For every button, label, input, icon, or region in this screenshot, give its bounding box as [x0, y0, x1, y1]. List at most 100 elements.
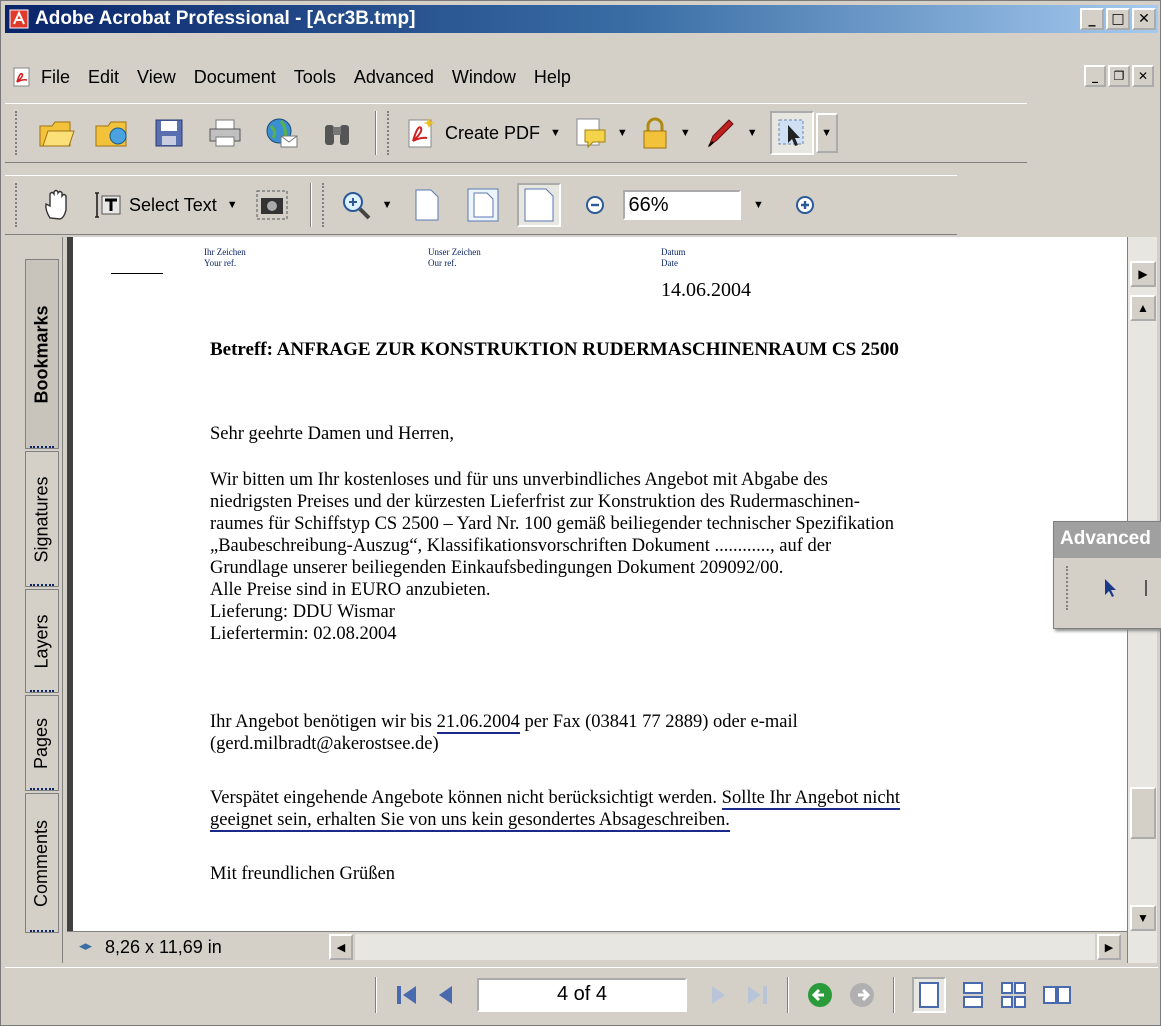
- menu-view[interactable]: View: [137, 67, 176, 88]
- menu-window[interactable]: Window: [452, 67, 516, 88]
- zoom-in-button[interactable]: [783, 183, 827, 227]
- close-button[interactable]: ✕: [1132, 8, 1156, 30]
- secure-button[interactable]: ▼: [640, 111, 691, 155]
- menu-help[interactable]: Help: [534, 67, 571, 88]
- document-view[interactable]: Ihr Zeichen Your ref. Unser Zeichen Our …: [67, 237, 1127, 931]
- offer-email: (gerd.milbradt@akerostsee.de): [210, 734, 439, 754]
- zoom-input[interactable]: 66%: [622, 190, 741, 220]
- review-comment-button[interactable]: ▼: [573, 111, 628, 155]
- fit-page-button[interactable]: [461, 183, 505, 227]
- chevron-down-icon[interactable]: ▼: [617, 127, 628, 139]
- facing-pages-icon: [1043, 985, 1071, 1004]
- chevron-down-icon[interactable]: ▼: [747, 127, 758, 139]
- menu-tools[interactable]: Tools: [294, 67, 336, 88]
- horizontal-scroll-track[interactable]: [355, 934, 1095, 960]
- toolbar-grip[interactable]: [387, 111, 393, 155]
- offer-suffix: per Fax (03841 77 2889) oder e-mail: [519, 712, 798, 732]
- minimize-button[interactable]: _: [1080, 8, 1104, 30]
- your-ref-label: Your ref.: [204, 258, 237, 268]
- email-button[interactable]: [259, 111, 303, 155]
- late-paragraph: Verspätet eingehende Angebote können nic…: [210, 787, 900, 832]
- actual-size-page-icon: [415, 189, 438, 221]
- fit-width-icon: [524, 188, 553, 222]
- tab-pages[interactable]: Pages: [25, 695, 59, 791]
- toolbar-grip[interactable]: [1066, 566, 1072, 610]
- floating-toolbar-title[interactable]: Advanced: [1054, 522, 1161, 558]
- organizer-button[interactable]: [91, 111, 135, 155]
- toolbar-grip[interactable]: [321, 183, 328, 227]
- chevron-down-icon[interactable]: ▼: [550, 127, 561, 139]
- file-toolbar: Create PDF ▼ ▼ ▼ ▼ ▼: [5, 103, 1027, 163]
- menu-document[interactable]: Document: [194, 67, 276, 88]
- tab-bookmarks[interactable]: Bookmarks: [25, 259, 59, 449]
- page-number-field[interactable]: 4 of 4: [477, 977, 687, 1012]
- page-forward-arrow-icon[interactable]: ▶: [1130, 261, 1156, 287]
- last-page-button[interactable]: [744, 982, 770, 1008]
- tab-signatures[interactable]: Signatures: [25, 451, 59, 587]
- scroll-right-button[interactable]: ▶: [1097, 934, 1121, 960]
- select-arrow-icon[interactable]: [1100, 576, 1120, 600]
- chevron-down-icon[interactable]: ▼: [382, 199, 393, 211]
- next-page-button[interactable]: [708, 982, 730, 1008]
- back-arrow-icon: [808, 982, 832, 1007]
- actual-size-button[interactable]: [405, 183, 449, 227]
- first-page-button[interactable]: [394, 982, 420, 1008]
- chevron-down-icon: ▼: [753, 199, 764, 211]
- chevron-down-icon[interactable]: ▼: [227, 199, 238, 211]
- create-pdf-button[interactable]: Create PDF ▼: [405, 111, 561, 155]
- hand-tool-button[interactable]: [35, 183, 79, 227]
- scroll-down-button[interactable]: ▼: [1130, 905, 1156, 931]
- continuous-facing-button[interactable]: [1000, 981, 1028, 1009]
- sign-button[interactable]: ▼: [703, 111, 758, 155]
- body-line: Grundlage unserer beiliegenden Einkaufsb…: [210, 558, 784, 578]
- zoom-in-tool-button[interactable]: ▼: [340, 183, 393, 227]
- zoom-dropdown[interactable]: ▼: [747, 183, 771, 227]
- toolbar-grip[interactable]: [15, 183, 21, 227]
- our-ref-label: Our ref.: [428, 258, 457, 268]
- scroll-thumb[interactable]: [1130, 787, 1156, 839]
- zoom-out-button[interactable]: [573, 183, 617, 227]
- chevron-down-icon[interactable]: ▼: [680, 127, 691, 139]
- advanced-editing-floating-toolbar[interactable]: Advanced: [1053, 521, 1161, 629]
- snapshot-button[interactable]: [250, 183, 294, 227]
- fit-width-button[interactable]: [516, 183, 561, 227]
- tab-comments[interactable]: Comments: [25, 793, 59, 933]
- scroll-left-button[interactable]: ◀: [329, 934, 353, 960]
- print-button[interactable]: [203, 111, 247, 155]
- previous-page-button[interactable]: [434, 982, 456, 1008]
- forward-arrow-icon: [850, 982, 874, 1007]
- advanced-editing-button[interactable]: [769, 111, 814, 155]
- ref-label-datum: Datum Date: [661, 247, 686, 269]
- menu-file[interactable]: File: [41, 67, 70, 88]
- facing-button[interactable]: [1042, 981, 1072, 1009]
- open-button[interactable]: [35, 111, 79, 155]
- single-page-button[interactable]: [912, 976, 946, 1013]
- search-button[interactable]: [315, 111, 359, 155]
- save-button[interactable]: [147, 111, 191, 155]
- previous-view-button[interactable]: [806, 981, 834, 1009]
- body-line: „Baubeschreibung-Auszug“, Klassifikation…: [210, 536, 832, 556]
- maximize-button[interactable]: □: [1106, 8, 1130, 30]
- menu-edit[interactable]: Edit: [88, 67, 119, 88]
- review-comment-icon: [576, 118, 606, 149]
- tab-layers-label: Layers: [31, 613, 52, 669]
- letter-body: Wir bitten um Ihr kostenloses und für un…: [210, 469, 894, 645]
- doc-close-button[interactable]: ✕: [1132, 65, 1154, 87]
- create-pdf-icon: [408, 118, 435, 148]
- doc-restore-button[interactable]: ❐: [1108, 65, 1130, 87]
- organizer-folder-icon: [95, 121, 127, 147]
- next-view-button[interactable]: [848, 981, 876, 1009]
- advanced-editing-dropdown[interactable]: ▼: [815, 113, 838, 153]
- scroll-up-button[interactable]: ▲: [1130, 295, 1156, 321]
- date-label: Date: [661, 258, 678, 268]
- tab-comments-label: Comments: [31, 819, 52, 907]
- toolbar-grip[interactable]: [15, 111, 21, 155]
- select-text-button[interactable]: Select Text ▼: [91, 183, 238, 227]
- split-arrows-icon[interactable]: ◂▸: [79, 938, 92, 954]
- tab-layers[interactable]: Layers: [25, 589, 59, 693]
- doc-minimize-button[interactable]: _: [1084, 65, 1106, 87]
- menu-advanced[interactable]: Advanced: [354, 67, 434, 88]
- letter-subject: Betreff: ANFRAGE ZUR KONSTRUKTION RUDERM…: [210, 339, 899, 360]
- continuous-button[interactable]: [960, 981, 986, 1009]
- partial-tool-icon[interactable]: [1142, 576, 1156, 600]
